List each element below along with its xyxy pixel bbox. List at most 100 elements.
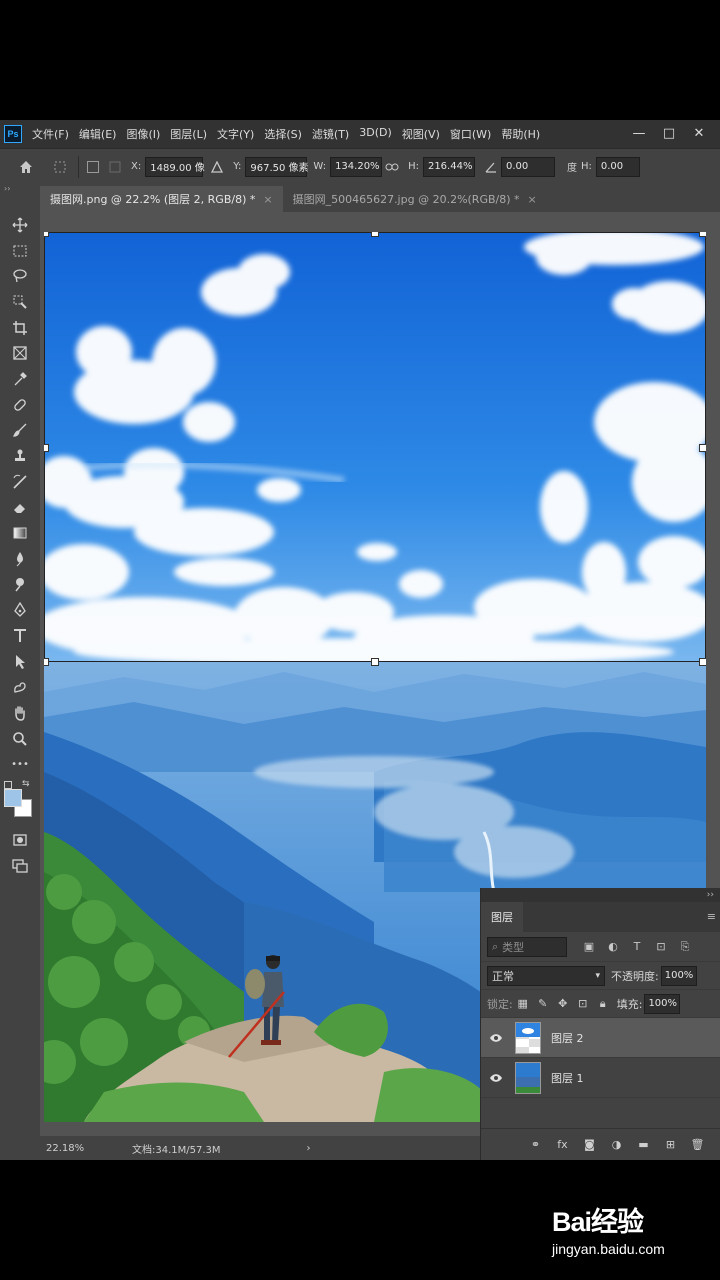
fill-field[interactable]: 100% — [644, 993, 681, 1014]
panel-menu-icon[interactable]: ≡ — [707, 910, 716, 923]
angle-field[interactable]: 0.00 — [500, 156, 555, 177]
transform-handle-left[interactable] — [44, 444, 49, 452]
lock-transparent-pixels-icon[interactable]: ▦ — [513, 997, 533, 1010]
delete-layer-icon[interactable]: 🗑︎ — [684, 1138, 711, 1151]
triangle-delta-icon[interactable] — [207, 157, 227, 177]
clone-stamp-tool-icon[interactable] — [0, 443, 40, 469]
lock-artboard-icon[interactable]: ⊡ — [573, 997, 593, 1010]
width-field[interactable]: 134.20% — [330, 156, 383, 177]
hand-tool-icon[interactable] — [0, 700, 40, 726]
zoom-tool-icon[interactable] — [0, 726, 40, 752]
menu-edit[interactable]: 编辑(E) — [79, 126, 117, 142]
menu-layer[interactable]: 图层(L) — [170, 126, 207, 142]
menu-3d[interactable]: 3D(D) — [359, 126, 392, 142]
gradient-tool-icon[interactable] — [0, 520, 40, 546]
y-position-field[interactable]: 967.50 像素 — [245, 156, 309, 177]
search-icon: ⌕ — [492, 939, 499, 953]
dodge-tool-icon[interactable] — [0, 572, 40, 598]
default-colors-icon[interactable] — [4, 781, 12, 790]
lock-position-icon[interactable]: ✥ — [553, 997, 573, 1010]
menu-filter[interactable]: 滤镜(T) — [312, 126, 349, 142]
link-icon[interactable] — [382, 157, 402, 177]
history-brush-tool-icon[interactable] — [0, 469, 40, 495]
opacity-field[interactable]: 100% — [660, 965, 697, 986]
foreground-color-swatch[interactable] — [4, 789, 22, 808]
type-tool-icon[interactable] — [0, 623, 40, 649]
layer-row-2[interactable]: 图层 2 — [481, 1018, 720, 1058]
quick-mask-icon[interactable] — [0, 827, 40, 853]
quick-selection-tool-icon[interactable] — [0, 289, 40, 315]
transform-handle-right[interactable] — [699, 444, 706, 452]
tab-document-2[interactable]: 摄图网_500465627.jpg @ 20.2%(RGB/8) * × — [283, 186, 547, 212]
home-icon[interactable] — [16, 157, 36, 177]
layer-style-icon[interactable]: fx — [549, 1138, 576, 1151]
link-layers-icon[interactable]: ⚭ — [522, 1138, 549, 1151]
layer-row-1[interactable]: 图层 1 — [481, 1058, 720, 1098]
y-label: Y: — [233, 161, 242, 172]
filter-adjustment-icon[interactable]: ◐ — [603, 940, 623, 953]
menu-view[interactable]: 视图(V) — [402, 126, 440, 142]
transform-bounding-box[interactable] — [44, 232, 706, 662]
filter-smart-object-icon[interactable]: ⎘ — [675, 940, 695, 954]
reference-point-checkbox[interactable] — [87, 160, 99, 173]
horizontal-skew-field[interactable]: 0.00 — [595, 156, 640, 177]
pen-tool-icon[interactable] — [0, 597, 40, 623]
eyedropper-tool-icon[interactable] — [0, 366, 40, 392]
path-selection-tool-icon[interactable] — [0, 649, 40, 675]
menu-type[interactable]: 文字(Y) — [217, 126, 254, 142]
x-position-field[interactable]: 1489.00 像 — [145, 156, 205, 177]
h-label: H: — [408, 161, 419, 172]
filter-type-icon[interactable]: T — [627, 940, 647, 953]
restore-button[interactable]: □ — [656, 122, 682, 144]
transform-handle-bottom[interactable] — [371, 658, 379, 666]
collapse-panel-icon[interactable]: ›› — [481, 888, 720, 902]
add-mask-icon[interactable]: ◙ — [576, 1138, 603, 1151]
menu-window[interactable]: 窗口(W) — [450, 126, 491, 142]
menu-select[interactable]: 选择(S) — [264, 126, 302, 142]
transform-reference-icon[interactable] — [50, 157, 70, 177]
new-adjustment-layer-icon[interactable]: ◑ — [603, 1138, 630, 1151]
transform-handle-top-left[interactable] — [44, 232, 49, 237]
healing-brush-tool-icon[interactable] — [0, 392, 40, 418]
brush-tool-icon[interactable] — [0, 418, 40, 444]
eye-icon[interactable] — [489, 1033, 503, 1043]
filter-pixel-icon[interactable]: ▣ — [579, 940, 599, 953]
screen-mode-icon[interactable] — [0, 853, 40, 879]
filter-shape-icon[interactable]: ⊡ — [651, 940, 671, 953]
menu-help[interactable]: 帮助(H) — [501, 126, 540, 142]
status-menu-arrow-icon[interactable]: › — [307, 1143, 311, 1154]
new-layer-icon[interactable]: ⊞ — [657, 1138, 684, 1151]
lock-all-icon[interactable]: 🔒︎ — [593, 997, 613, 1011]
close-icon[interactable]: × — [263, 193, 272, 206]
lock-image-pixels-icon[interactable]: ✎ — [533, 997, 553, 1010]
layer-filter-input[interactable]: ⌕ 类型 — [487, 936, 567, 957]
close-window-button[interactable]: ✕ — [686, 122, 712, 144]
close-icon[interactable]: × — [528, 193, 537, 206]
more-tools-icon[interactable]: ••• — [0, 751, 40, 777]
menu-image[interactable]: 图像(I) — [126, 126, 160, 142]
transform-handle-bottom-left[interactable] — [44, 658, 49, 666]
move-tool-icon[interactable] — [0, 212, 40, 238]
frame-tool-icon[interactable] — [0, 340, 40, 366]
eye-icon[interactable] — [489, 1073, 503, 1083]
swap-colors-icon[interactable]: ⇆ — [22, 779, 30, 789]
tab-label: 摄图网_500465627.jpg @ 20.2%(RGB/8) * — [292, 193, 520, 206]
blend-mode-select[interactable]: 正常 ▾ — [487, 965, 605, 986]
lasso-tool-icon[interactable] — [0, 263, 40, 289]
zoom-level[interactable]: 22.18% — [46, 1143, 116, 1154]
marquee-tool-icon[interactable] — [0, 238, 40, 264]
toolbar-grip[interactable]: ›› — [0, 184, 40, 196]
new-group-icon[interactable]: ▬ — [630, 1138, 657, 1151]
height-field[interactable]: 216.44% — [422, 156, 475, 177]
menu-file[interactable]: 文件(F) — [32, 126, 69, 142]
crop-tool-icon[interactable] — [0, 315, 40, 341]
minimize-button[interactable]: — — [626, 122, 652, 144]
eraser-tool-icon[interactable] — [0, 495, 40, 521]
transform-handle-top[interactable] — [371, 232, 379, 237]
tab-document-1[interactable]: 摄图网.png @ 22.2% (图层 2, RGB/8) * × — [40, 186, 283, 212]
custom-shape-tool-icon[interactable] — [0, 674, 40, 700]
transform-handle-top-right[interactable] — [699, 232, 706, 237]
tab-layers[interactable]: 图层 — [481, 902, 523, 932]
transform-handle-bottom-right[interactable] — [699, 658, 706, 666]
blur-tool-icon[interactable] — [0, 546, 40, 572]
